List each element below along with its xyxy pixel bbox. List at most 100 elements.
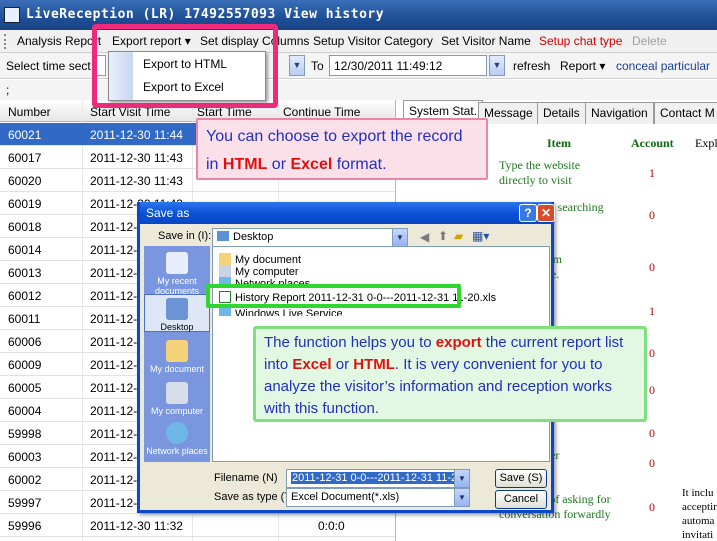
callout2-html: HTML (353, 356, 395, 373)
app-icon (4, 7, 20, 23)
row-number: 60006 (8, 335, 42, 349)
up-folder-icon[interactable]: ⬆ (438, 229, 448, 243)
row-number: 60014 (8, 243, 42, 257)
back-icon[interactable]: ◀ (420, 230, 429, 244)
place-network[interactable]: Network places (144, 422, 210, 456)
folder-icon (217, 231, 229, 241)
export-menu-highlight (92, 24, 278, 108)
save-type-label: Save as type (T) (214, 491, 295, 503)
column-number[interactable]: Number (8, 105, 51, 119)
row-number: 60012 (8, 289, 42, 303)
tab-navigation[interactable]: Navigation (585, 102, 654, 124)
menu-setup-visitor-category[interactable]: Setup Visitor Category (313, 34, 433, 48)
report-menu-label: Report (560, 59, 597, 73)
row-number: 60003 (8, 450, 42, 464)
chevron-down-icon: ▼ (392, 229, 407, 246)
stat-item: Type the website directly to visit (499, 158, 581, 187)
export-format-callout: You can choose to export the record in H… (196, 118, 488, 180)
stat-account: 0 (649, 426, 655, 440)
to-label: To (311, 59, 324, 73)
column-continue-time[interactable]: Continue Time (283, 105, 360, 119)
callout1-excel: Excel (290, 156, 333, 173)
row-number: 60020 (8, 174, 42, 188)
place-my-computer[interactable]: My computer (144, 382, 210, 416)
row-number: 60009 (8, 358, 42, 372)
row-visit-time: 2011-12-30 11:44 (90, 128, 183, 142)
place-recent-label: My recent documents (154, 276, 200, 296)
row-visit-time: 2011-12-30 11:43 (90, 174, 183, 188)
my-computer-icon (166, 382, 188, 404)
tab-contact[interactable]: Contact M (654, 102, 717, 124)
file-item[interactable]: Windows Live Service (219, 307, 343, 316)
to-date-field[interactable]: 12/30/2011 11:49:12 (329, 55, 487, 76)
places-bar: My recent documents Desktop My document … (144, 246, 210, 462)
callout1-pre: in (206, 156, 223, 173)
my-document-icon (166, 340, 188, 362)
save-type-value: Excel Document(*.xls) (291, 491, 400, 503)
from-date-dropdown[interactable]: ▼ (289, 55, 305, 76)
row-number: 60004 (8, 404, 42, 418)
stats-explain-text: It inclu acceptir automa invitati (682, 487, 717, 541)
place-my-document[interactable]: My document (144, 340, 210, 374)
table-row[interactable]: 59996 2011-12-30 11:32 0:0:0 (0, 514, 395, 537)
row-number: 60005 (8, 381, 42, 395)
window-title: LiveReception (LR) 17492557093 View hist… (26, 7, 385, 22)
row-number: 60018 (8, 220, 42, 234)
callout2-export: export (435, 334, 482, 351)
save-type-select[interactable]: Excel Document(*.xls) ▼ (286, 488, 470, 507)
filename-field[interactable]: 2011-12-31 0-0---2011-12-31 11-20.xls ▼ (286, 469, 470, 488)
refresh-button[interactable]: refresh (513, 59, 550, 73)
recent-documents-icon (166, 252, 188, 274)
place-desktop[interactable]: Desktop (144, 294, 210, 332)
place-desktop-label: Desktop (160, 322, 194, 332)
row-number: 60017 (8, 151, 42, 165)
place-my-document-label: My document (149, 364, 205, 374)
close-icon[interactable]: ✕ (537, 204, 555, 222)
save-in-select[interactable]: Desktop ▼ (212, 228, 408, 247)
menu-delete[interactable]: Delete (632, 34, 667, 48)
stat-account: 0 (649, 500, 655, 514)
computer-icon (219, 265, 231, 277)
callout2-excel: Excel (292, 356, 332, 373)
save-in-label: Save in (I): (158, 230, 212, 242)
callout2-mid2: or (331, 356, 354, 373)
status-strip-text: ; (6, 83, 10, 97)
help-icon[interactable]: ? (519, 204, 537, 222)
view-menu-icon[interactable]: ▦▾ (472, 229, 489, 243)
row-number: 59998 (8, 427, 42, 441)
file-item-label: Windows Live Service (235, 308, 343, 316)
stat-account: 0 (649, 383, 655, 397)
dialog-title: Save as (146, 206, 190, 220)
callout1-mid: or (267, 156, 291, 173)
menu-analysis-report[interactable]: Analysis Report (17, 34, 101, 48)
place-network-label: Network places (146, 446, 208, 456)
row-number: 60002 (8, 473, 42, 487)
place-recent[interactable]: My recent documents (144, 252, 210, 296)
menu-set-visitor-name[interactable]: Set Visitor Name (441, 34, 531, 48)
report-menu[interactable]: Report ▾ (560, 59, 605, 73)
row-number: 60013 (8, 266, 42, 280)
row-visit-time: 2011-12-30 11:32 (90, 519, 183, 533)
save-in-value: Desktop (233, 231, 274, 243)
dialog-title-bar: Save as ? ✕ (140, 202, 555, 224)
menu-setup-chat-type[interactable]: Setup chat type (539, 34, 622, 48)
toolbar-grip[interactable] (4, 34, 7, 49)
time-section-label: Select time sect (6, 59, 91, 73)
save-button[interactable]: Save (S) (495, 469, 547, 488)
row-number: 59997 (8, 496, 42, 510)
row-visit-time: 2011-12-30 11:43 (90, 151, 183, 165)
cancel-button[interactable]: Cancel (495, 490, 547, 509)
conceal-particular-link[interactable]: conceal particular (616, 59, 710, 73)
new-folder-icon[interactable]: ▰ (454, 229, 463, 243)
callout2-pre: The function helps you to (264, 334, 436, 351)
to-date-dropdown[interactable]: ▼ (489, 55, 505, 76)
row-continue-time: 0:0:0 (318, 519, 345, 533)
chevron-down-icon: ▼ (454, 489, 469, 506)
filename-label: Filename (N) (214, 472, 278, 484)
folder-icon (219, 253, 231, 265)
stat-account: 0 (649, 208, 655, 222)
callout1-post: format. (332, 156, 387, 173)
stats-item-header: Item (547, 136, 571, 150)
tab-details[interactable]: Details (537, 102, 586, 124)
row-number: 59996 (8, 519, 42, 533)
